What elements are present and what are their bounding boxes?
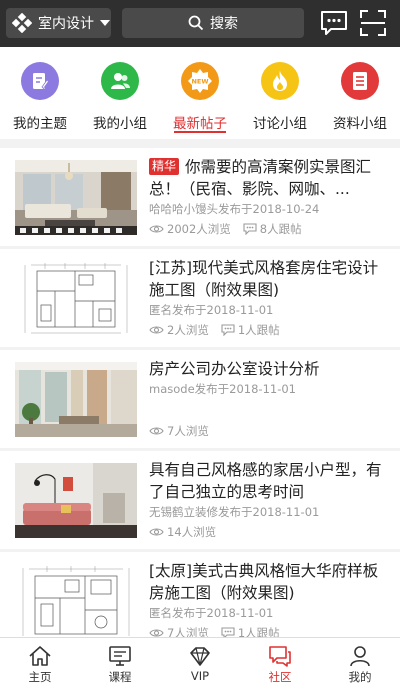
view-count: 2002人浏览 [167,222,231,236]
svg-text:NEW: NEW [191,78,208,86]
post-item[interactable]: [太原]美式古典风格恒大华府样板房施工图（附效果图) 匿名发布于2018-11-… [0,552,400,650]
follower-count: 1人跟帖 [237,323,280,337]
view-count: 14人浏览 [167,525,217,539]
chevron-down-icon [100,20,110,26]
course-icon [109,646,131,666]
category-nav: 我的主题 我的小组 NEW 最新帖子 讨论小组 资料小组 [0,47,400,139]
tab-community[interactable]: 社区 [240,638,320,689]
community-icon [269,646,291,667]
tab-me[interactable]: 我的 [320,638,400,689]
living-room-photo [15,160,137,235]
nav-item-latest-posts[interactable]: NEW 最新帖子 [160,47,240,139]
tab-label: 主页 [28,670,52,684]
view-count: 2人浏览 [167,323,209,337]
search-input[interactable]: 搜索 [122,8,304,38]
nav-label: 我的小组 [93,116,147,132]
category-selector[interactable]: 室内设计 [6,8,111,38]
post-stats: 7人浏览 [149,423,209,439]
office-photo [15,362,137,437]
nav-item-my-groups[interactable]: 我的小组 [80,47,160,139]
post-title: [太原]美式古典风格恒大华府样板房施工图（附效果图) [149,562,379,602]
post-meta: 无锡鹤立装修发布于2018-11-01 [149,505,320,519]
post-title: [江苏]现代美式风格套房住宅设计施工图（附效果图) [149,259,379,299]
post-meta: 匿名发布于2018-11-01 [149,303,274,317]
scan-button[interactable] [358,8,388,38]
search-placeholder: 搜索 [210,16,238,32]
nav-item-my-topics[interactable]: 我的主题 [0,47,80,139]
document-list-icon [341,62,379,100]
post-item[interactable]: 具有自己风格感的家居小户型，有了自己独立的思考时间 无锡鹤立装修发布于2018-… [0,451,400,549]
flame-icon [261,62,299,100]
post-title: 房产公司办公室设计分析 [149,360,320,378]
follower-count: 8人跟帖 [259,222,302,236]
post-stats: 14人浏览 [149,524,216,540]
post-item[interactable]: 精华 你需要的高清案例实景图汇总！（民宿、影院、网咖、... 哈哈哈小馒头发布于2… [0,148,400,246]
group-users-icon [101,62,139,100]
post-title: 具有自己风格感的家居小户型，有了自己独立的思考时间 [149,461,382,501]
tab-label: 课程 [108,670,132,684]
chat-bubble-icon [321,11,347,35]
reply-icon [243,223,257,235]
eye-icon [149,427,164,435]
eye-icon [149,528,164,536]
post-item[interactable]: 房产公司办公室设计分析 masode发布于2018-11-01 7人浏览 [0,350,400,448]
category-diamond-icon [12,13,32,33]
post-meta: masode发布于2018-11-01 [149,382,296,396]
featured-badge: 精华 [149,158,180,175]
post-meta: 哈哈哈小馒头发布于2018-10-24 [149,202,320,216]
eye-icon [149,326,164,334]
tab-vip[interactable]: VIP [160,638,240,689]
home-sofa-photo [15,463,137,538]
post-meta: 匿名发布于2018-11-01 [149,606,274,620]
post-stats: 2002人浏览 8人跟帖 [149,221,302,237]
post-item[interactable]: [江苏]现代美式风格套房住宅设计施工图（附效果图) 匿名发布于2018-11-0… [0,249,400,347]
reply-icon [221,324,235,336]
vip-icon [190,647,210,666]
new-badge-icon: NEW [181,62,219,100]
category-label: 室内设计 [38,16,94,32]
my-topics-icon [21,62,59,100]
message-button[interactable] [319,8,349,38]
nav-item-resource-groups[interactable]: 资料小组 [320,47,400,139]
tab-label: 我的 [348,670,372,684]
floor-plan-drawing [15,261,137,336]
tab-label: 社区 [268,670,292,684]
bottom-tab-bar: 主页 课程 VIP 社区 我的 [0,637,400,689]
home-icon [29,646,51,666]
search-icon [188,15,204,31]
scan-icon [360,10,386,36]
tab-home[interactable]: 主页 [0,638,80,689]
nav-label: 我的主题 [13,116,67,132]
active-tab-underline [174,131,226,133]
nav-item-discussion-groups[interactable]: 讨论小组 [240,47,320,139]
tab-course[interactable]: 课程 [80,638,160,689]
eye-icon [149,225,164,233]
post-title: 精华 你需要的高清案例实景图汇总！（民宿、影院、网咖、... [149,158,372,198]
post-stats: 2人浏览 1人跟帖 [149,322,280,338]
view-count: 7人浏览 [167,424,209,438]
nav-label: 资料小组 [333,116,387,132]
user-icon [350,646,370,667]
floor-plan-drawing [15,564,137,639]
nav-label: 讨论小组 [253,116,307,132]
top-bar: 室内设计 搜索 [0,0,400,47]
tab-label: VIP [190,669,210,683]
nav-label: 最新帖子 [173,116,227,132]
